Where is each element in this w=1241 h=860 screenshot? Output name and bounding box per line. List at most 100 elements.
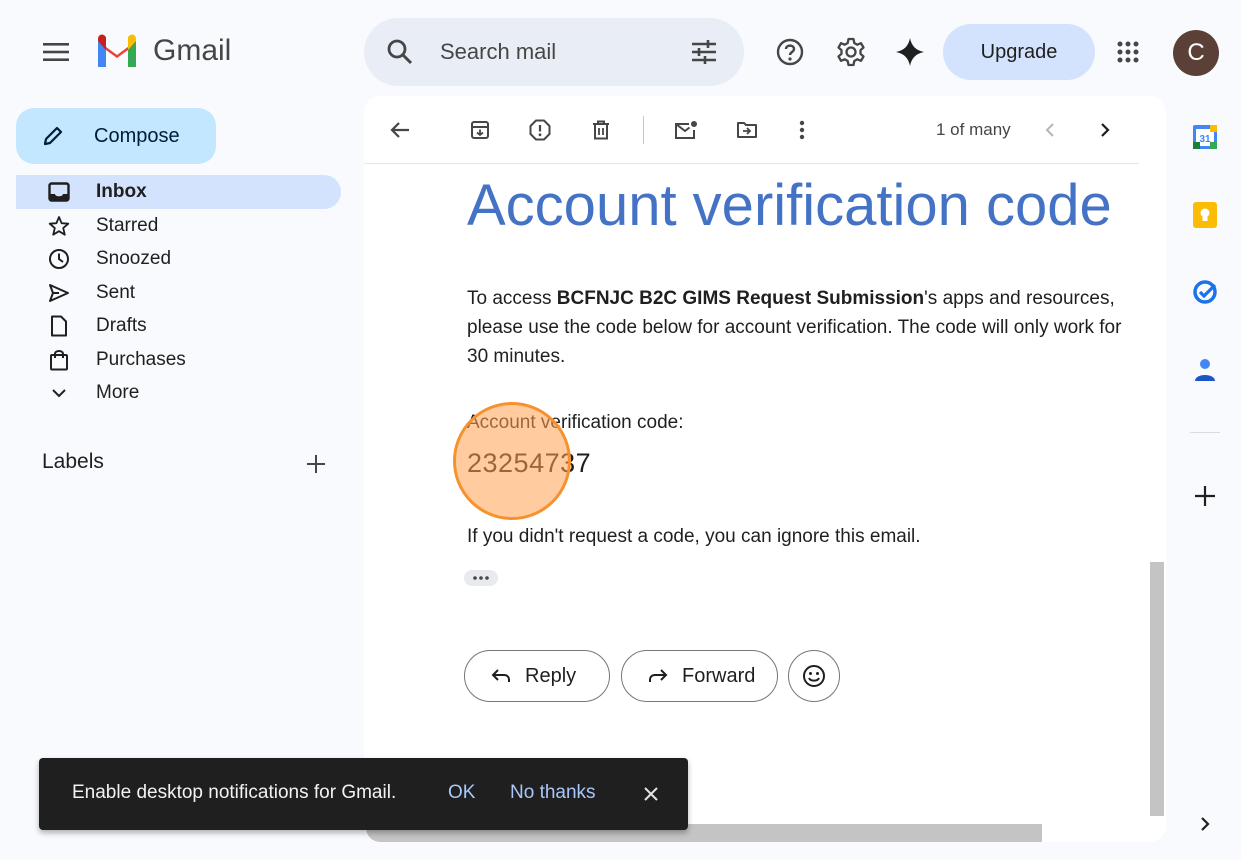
report-spam-button[interactable] xyxy=(520,110,560,150)
mark-unread-button[interactable] xyxy=(666,110,706,150)
star-icon xyxy=(46,213,72,239)
show-trimmed-content-button[interactable] xyxy=(464,570,498,586)
body-text-prefix: To access xyxy=(467,288,557,309)
back-button[interactable] xyxy=(380,110,420,150)
gmail-m-icon xyxy=(98,34,136,67)
more-options-button[interactable] xyxy=(782,110,822,150)
vertical-scrollbar[interactable] xyxy=(1150,562,1164,816)
search-bar[interactable] xyxy=(364,18,744,86)
hamburger-menu-icon xyxy=(43,43,69,61)
send-icon xyxy=(46,280,72,306)
ignore-notice: If you didn't request a code, you can ig… xyxy=(467,526,921,547)
plus-icon xyxy=(307,455,325,473)
keep-lightbulb-icon xyxy=(1193,202,1217,228)
verification-code-label: Account verification code: xyxy=(467,412,684,433)
application-name: BCFNJC B2C GIMS Request Submission xyxy=(556,288,925,309)
message-view: 1 of many Account verification code To a… xyxy=(364,96,1166,842)
gmail-wordmark: Gmail xyxy=(153,34,232,67)
contacts-app-button[interactable] xyxy=(1185,350,1225,390)
gemini-button[interactable] xyxy=(888,30,932,74)
inbox-icon xyxy=(46,179,72,205)
compose-label: Compose xyxy=(94,124,180,147)
forward-label: Forward xyxy=(682,664,756,687)
snackbar-no-thanks-button[interactable]: No thanks xyxy=(510,782,596,804)
snackbar-close-button[interactable] xyxy=(635,778,667,810)
calendar-day: 31 xyxy=(1199,134,1211,145)
mark-unread-icon xyxy=(675,121,697,139)
sidebar-item-snoozed[interactable]: Snoozed xyxy=(16,242,341,276)
archive-button[interactable] xyxy=(460,110,500,150)
search-icon[interactable] xyxy=(386,38,414,66)
calendar-icon: 31 xyxy=(1193,125,1217,149)
tasks-app-button[interactable] xyxy=(1185,272,1225,312)
gemini-sparkle-icon xyxy=(896,38,924,66)
newer-button[interactable] xyxy=(1030,110,1070,150)
forward-button[interactable]: Forward xyxy=(621,650,778,702)
emoji-reaction-button[interactable] xyxy=(788,650,840,702)
reply-button[interactable]: Reply xyxy=(464,650,610,702)
toolbar-divider xyxy=(643,116,644,144)
close-icon xyxy=(644,787,658,801)
get-addons-button[interactable] xyxy=(1185,476,1225,516)
chevron-left-icon xyxy=(1045,123,1054,137)
sidebar-item-label: More xyxy=(96,382,140,403)
sidebar-item-inbox[interactable]: Inbox xyxy=(16,175,341,209)
sidebar-item-label: Purchases xyxy=(96,349,186,370)
older-button[interactable] xyxy=(1085,110,1125,150)
pencil-icon xyxy=(43,126,63,146)
more-vert-icon xyxy=(799,120,805,140)
apps-grid-icon xyxy=(1117,41,1139,63)
labels-heading: Labels xyxy=(42,450,104,473)
sidebar-item-label: Sent xyxy=(96,282,136,303)
arrow-back-icon xyxy=(390,122,409,138)
search-input[interactable] xyxy=(440,32,670,72)
verification-code-value: 23254737 xyxy=(467,448,592,478)
create-label-button[interactable] xyxy=(298,446,334,482)
sidebar-item-label: Snoozed xyxy=(96,248,172,269)
sidebar-item-sent[interactable]: Sent xyxy=(16,276,341,310)
chevron-right-icon xyxy=(1101,123,1110,137)
move-to-button[interactable] xyxy=(727,110,767,150)
sidebar-item-more[interactable]: More xyxy=(16,376,341,410)
compose-button[interactable]: Compose xyxy=(16,108,216,164)
sidebar-item-label: Inbox xyxy=(96,181,147,202)
pager-count: 1 of many xyxy=(936,120,1011,139)
sidebar-item-drafts[interactable]: Drafts xyxy=(16,309,341,343)
delete-button[interactable] xyxy=(581,110,621,150)
rail-divider xyxy=(1190,432,1220,433)
gmail-logo[interactable] xyxy=(95,33,139,69)
emoji-icon xyxy=(803,665,825,687)
sidebar-item-starred[interactable]: Starred xyxy=(16,209,341,243)
sidebar-item-purchases[interactable]: Purchases xyxy=(16,343,341,377)
forward-icon xyxy=(649,669,668,682)
notification-snackbar: Enable desktop notifications for Gmail. … xyxy=(39,758,688,830)
tasks-check-icon xyxy=(1193,280,1217,304)
keep-app-button[interactable] xyxy=(1185,195,1225,235)
search-options-icon[interactable] xyxy=(690,38,718,66)
gear-icon xyxy=(837,37,865,67)
help-button[interactable] xyxy=(768,30,812,74)
shopping-bag-icon xyxy=(46,347,72,373)
account-avatar[interactable]: C xyxy=(1173,30,1219,76)
message-toolbar: 1 of many xyxy=(364,96,1139,164)
email-subject: Account verification code xyxy=(467,173,1112,238)
calendar-app-button[interactable]: 31 xyxy=(1185,117,1225,157)
help-icon xyxy=(776,38,804,66)
contacts-person-icon xyxy=(1195,359,1215,381)
email-body-paragraph: To access BCFNJC B2C GIMS Request Submis… xyxy=(467,284,1127,371)
archive-icon xyxy=(471,121,489,139)
move-to-folder-icon xyxy=(737,122,757,138)
main-menu-button[interactable] xyxy=(34,30,78,74)
settings-button[interactable] xyxy=(829,30,873,74)
upgrade-button[interactable]: Upgrade xyxy=(943,24,1095,80)
report-spam-icon xyxy=(529,119,551,141)
sidebar-item-label: Drafts xyxy=(96,315,147,336)
chevron-down-icon xyxy=(46,380,72,406)
reply-label: Reply xyxy=(525,664,577,687)
draft-icon xyxy=(46,313,72,339)
google-apps-button[interactable] xyxy=(1106,30,1150,74)
snackbar-message: Enable desktop notifications for Gmail. xyxy=(72,782,397,803)
clock-icon xyxy=(46,246,72,272)
show-side-panel-button[interactable] xyxy=(1185,804,1225,844)
snackbar-ok-button[interactable]: OK xyxy=(448,782,475,804)
